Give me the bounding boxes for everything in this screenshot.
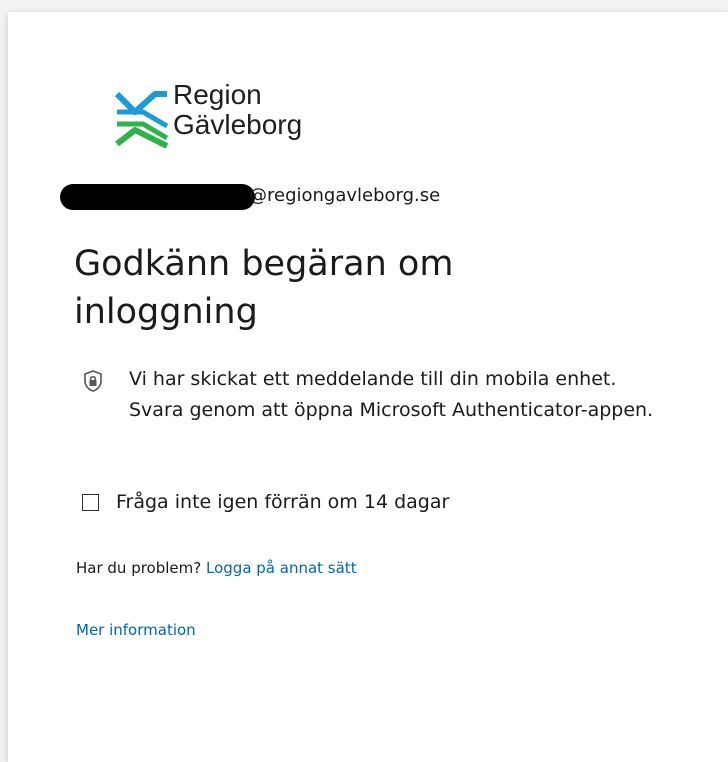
shield-lock-icon [84, 370, 102, 392]
region-logo-mark-icon [115, 91, 169, 148]
logo-line-2: Gävleborg [173, 109, 303, 140]
more-information-link[interactable]: Mer information [76, 621, 196, 639]
region-gavleborg-logo: Region Gävleborg [115, 80, 345, 160]
sign-in-another-way-link[interactable]: Logga på annat sätt [206, 559, 357, 577]
remember-checkbox[interactable] [82, 493, 99, 511]
region-logo-text: Region Gävleborg [173, 80, 302, 140]
page-title: Godkänn begäran om inloggning [74, 244, 454, 332]
help-prefix: Har du problem? [76, 559, 206, 577]
notice-text: Vi har skickat ett meddelande till din m… [129, 368, 654, 421]
logo-line-1: Region [173, 79, 262, 110]
help-line: Har du problem? Logga på annat sätt [76, 559, 357, 577]
sign-in-card: Region Gävleborg @regiongavleborg.se God… [8, 12, 728, 762]
account-domain: @regiongavleborg.se [249, 185, 441, 206]
redacted-username [60, 184, 255, 210]
remember-option[interactable]: Fråga inte igen förrän om 14 dagar [82, 487, 449, 517]
remember-label: Fråga inte igen förrän om 14 dagar [116, 491, 450, 513]
